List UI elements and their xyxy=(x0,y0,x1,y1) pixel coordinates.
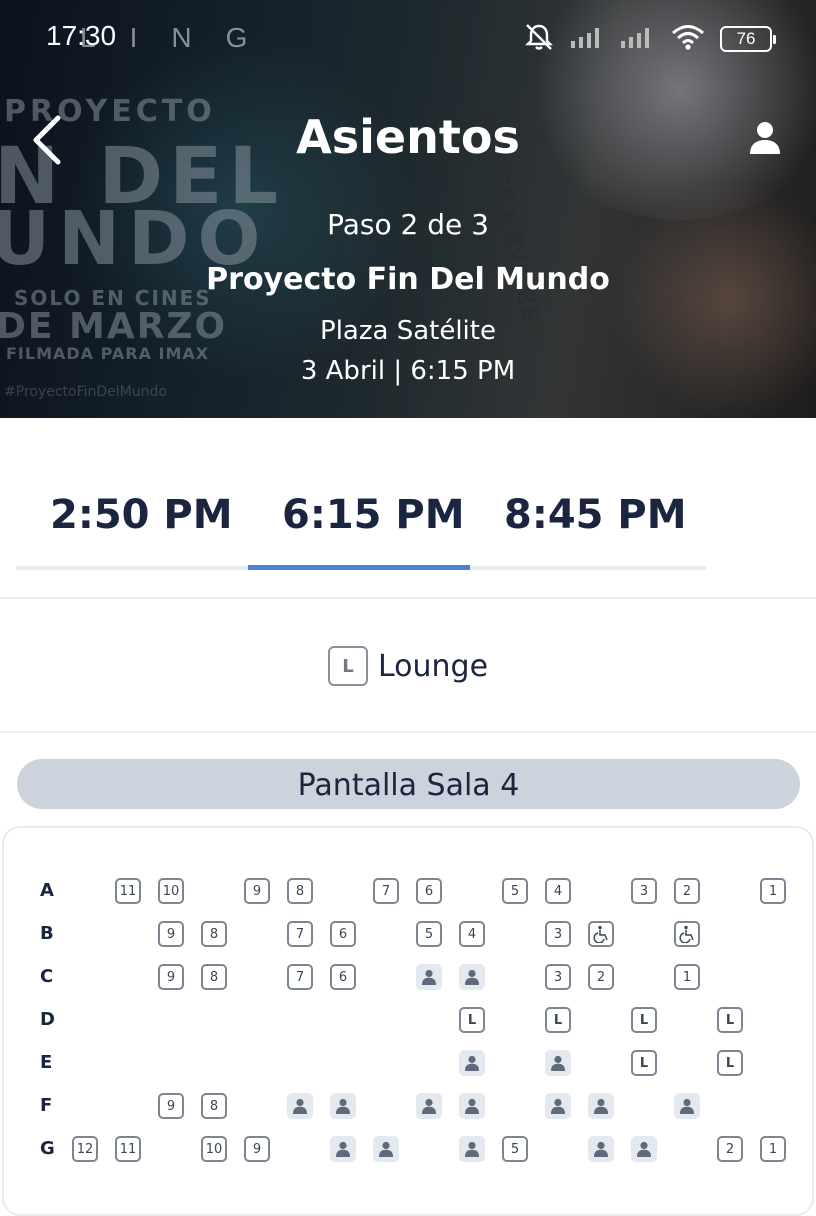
seat-occupied xyxy=(330,1136,356,1162)
seat-occupied xyxy=(416,964,442,990)
battery-indicator: 76 xyxy=(720,26,776,52)
showtime-tabs: 2:50 PM 6:15 PM 8:45 PM xyxy=(16,470,706,572)
seat-occupied xyxy=(545,1093,571,1119)
seat-available[interactable]: 3 xyxy=(545,921,571,947)
seat-occupied xyxy=(330,1093,356,1119)
seat-available[interactable]: 1 xyxy=(760,878,786,904)
seat-available[interactable]: 8 xyxy=(201,921,227,947)
tab-showtime-3[interactable]: 8:45 PM xyxy=(504,492,687,538)
seat-available[interactable]: 9 xyxy=(244,1136,270,1162)
signal-icon xyxy=(620,24,656,54)
seat-available[interactable]: 3 xyxy=(631,878,657,904)
seat-occupied xyxy=(631,1136,657,1162)
seat-available[interactable]: 6 xyxy=(330,964,356,990)
status-time: 17:30 xyxy=(46,20,117,51)
signal-icon xyxy=(570,24,606,54)
seat-available[interactable]: 7 xyxy=(373,878,399,904)
seat-lounge[interactable]: L xyxy=(631,1007,657,1033)
seat-occupied xyxy=(459,1050,485,1076)
status-bar: LING 17:30 76 xyxy=(0,0,816,76)
seat-available[interactable]: 11 xyxy=(115,1136,141,1162)
seat-available[interactable]: 4 xyxy=(545,878,571,904)
seat-available[interactable]: 3 xyxy=(545,964,571,990)
mute-bell-icon xyxy=(522,22,556,56)
step-indicator: Paso 2 de 3 xyxy=(327,208,489,241)
seat-available[interactable]: 7 xyxy=(287,921,313,947)
seat-lounge[interactable]: L xyxy=(631,1050,657,1076)
seat-available[interactable]: 6 xyxy=(330,921,356,947)
seat-occupied xyxy=(588,1093,614,1119)
movie-header: PROYECTO N DEL UNDO SOLO EN CINES DE MAR… xyxy=(0,0,816,418)
seat-lounge[interactable]: L xyxy=(459,1007,485,1033)
seat-occupied xyxy=(588,1136,614,1162)
tab-active-indicator xyxy=(248,565,470,570)
seat-available[interactable]: 8 xyxy=(201,964,227,990)
seat-available[interactable]: 2 xyxy=(717,1136,743,1162)
seat-available[interactable]: 10 xyxy=(201,1136,227,1162)
seat-available[interactable]: 9 xyxy=(158,921,184,947)
movie-title: Proyecto Fin Del Mundo xyxy=(206,262,610,297)
row-label: C xyxy=(40,966,54,987)
seat-available[interactable]: 9 xyxy=(244,878,270,904)
seat-wheelchair[interactable] xyxy=(588,921,614,947)
show-datetime: 3 Abril | 6:15 PM xyxy=(300,356,516,386)
seat-occupied xyxy=(459,964,485,990)
seat-available[interactable]: 10 xyxy=(158,878,184,904)
row-label: F xyxy=(40,1095,53,1116)
seat-available[interactable]: 12 xyxy=(72,1136,98,1162)
cinema-name: Plaza Satélite xyxy=(320,316,496,346)
seat-available[interactable]: 5 xyxy=(502,1136,528,1162)
seat-available[interactable]: 2 xyxy=(588,964,614,990)
divider xyxy=(0,597,816,599)
lounge-seat-icon: L xyxy=(327,646,368,686)
tab-showtime-2[interactable]: 6:15 PM xyxy=(282,492,465,538)
seat-available[interactable]: 7 xyxy=(287,964,313,990)
seat-available[interactable]: 2 xyxy=(674,878,700,904)
row-label: B xyxy=(40,923,54,944)
seat-map: A 11 10 9 8 7 6 5 4 3 2 1 B 9 8 7 6 5 4 3 C 9 8 7 6 3 2 1 D L L L L E L L F 9… xyxy=(2,826,814,1216)
seat-lounge[interactable]: L xyxy=(545,1007,571,1033)
seat-occupied xyxy=(459,1093,485,1119)
screen-label: Pantalla Sala 4 xyxy=(17,759,800,809)
seat-occupied xyxy=(416,1093,442,1119)
seat-occupied xyxy=(373,1136,399,1162)
seat-occupied xyxy=(674,1093,700,1119)
seat-lounge[interactable]: L xyxy=(717,1007,743,1033)
seat-available[interactable]: 8 xyxy=(201,1093,227,1119)
seat-available[interactable]: 11 xyxy=(115,878,141,904)
seat-occupied xyxy=(287,1093,313,1119)
row-label: D xyxy=(40,1009,55,1030)
legend-label: Lounge xyxy=(377,648,489,684)
seat-occupied xyxy=(459,1136,485,1162)
seat-available[interactable]: 9 xyxy=(158,964,184,990)
page-title: Asientos xyxy=(296,110,520,164)
seat-available[interactable]: 6 xyxy=(416,878,442,904)
divider xyxy=(0,731,816,733)
row-label: A xyxy=(40,880,54,901)
seat-available[interactable]: 1 xyxy=(674,964,700,990)
seat-occupied xyxy=(545,1050,571,1076)
seat-lounge[interactable]: L xyxy=(717,1050,743,1076)
seat-available[interactable]: 5 xyxy=(416,921,442,947)
seat-available[interactable]: 5 xyxy=(502,878,528,904)
seat-legend: L Lounge xyxy=(0,646,816,686)
seat-available[interactable]: 1 xyxy=(760,1136,786,1162)
status-icons: 76 xyxy=(522,22,776,56)
wifi-icon xyxy=(670,23,706,55)
row-label: G xyxy=(40,1138,55,1159)
seat-available[interactable]: 8 xyxy=(287,878,313,904)
seat-available[interactable]: 9 xyxy=(158,1093,184,1119)
row-label: E xyxy=(40,1052,53,1073)
tab-showtime-1[interactable]: 2:50 PM xyxy=(50,492,233,538)
seat-available[interactable]: 4 xyxy=(459,921,485,947)
seat-wheelchair[interactable] xyxy=(674,921,700,947)
